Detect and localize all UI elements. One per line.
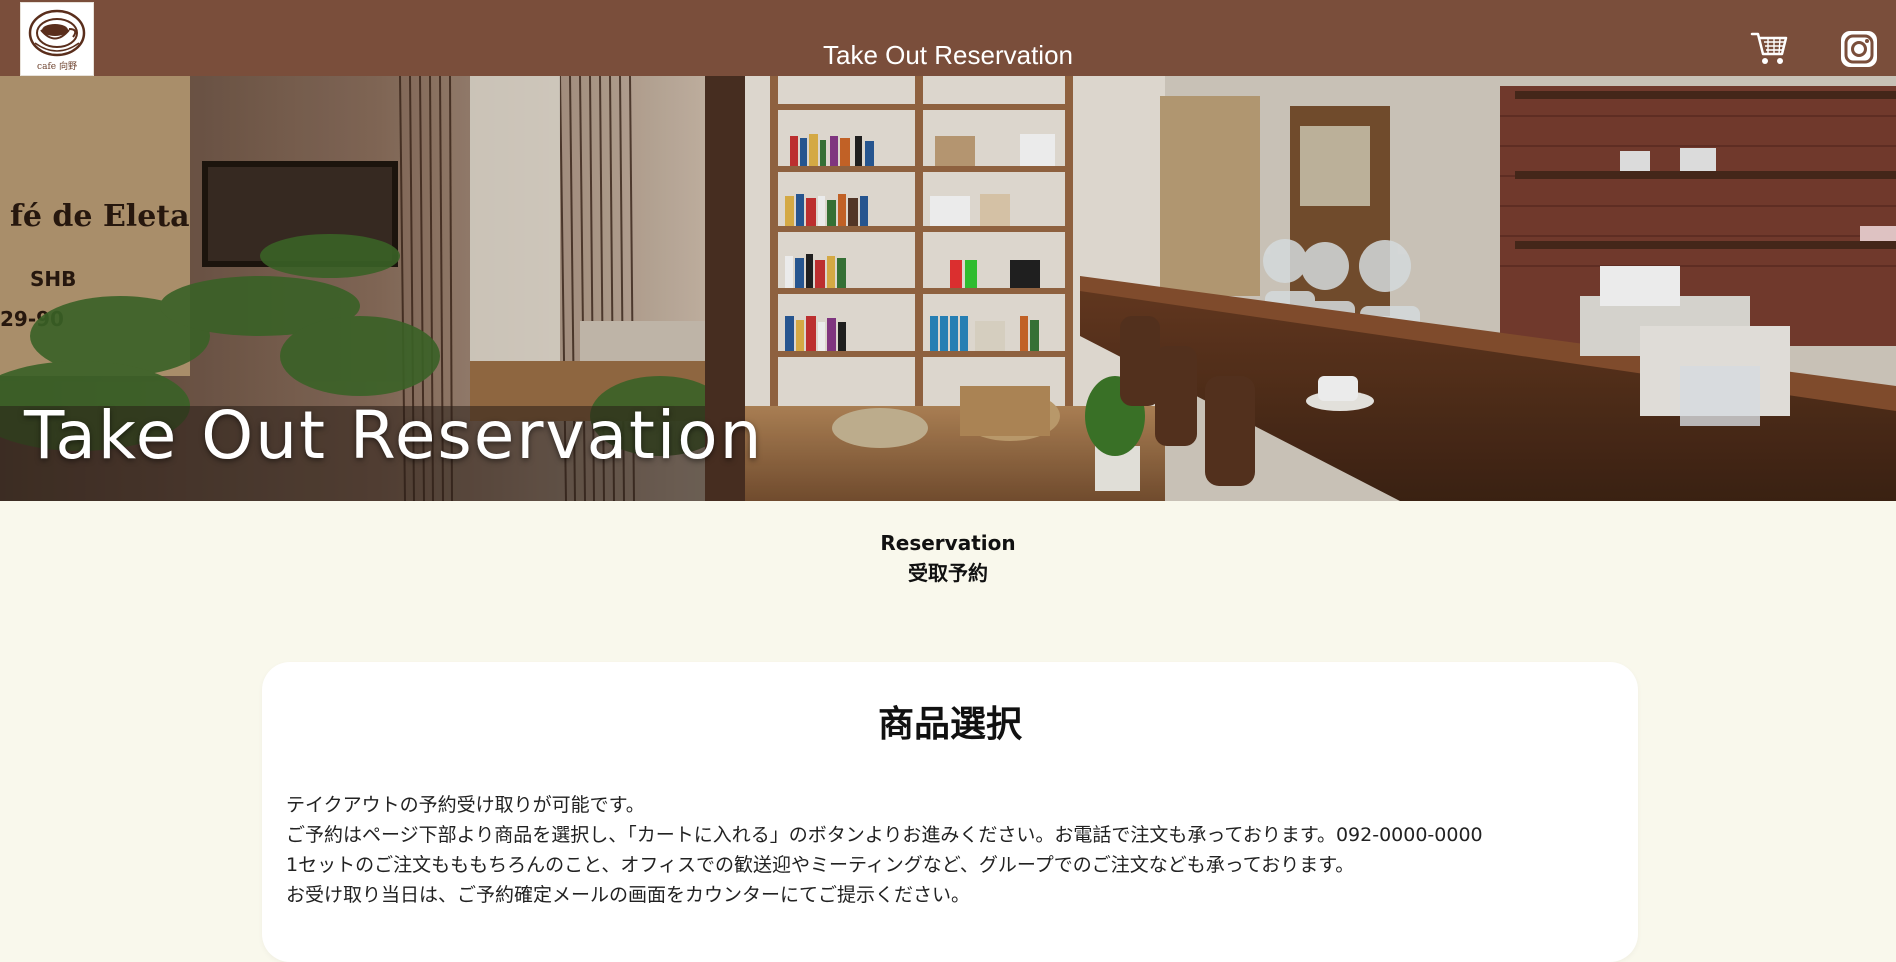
instagram-icon[interactable] [1840, 30, 1878, 68]
hero-banner: fé de Eleta SHB 29-90 Take Out Reservati… [0, 76, 1896, 501]
site-header: cafe 向野 Take Out Reservation [0, 0, 1896, 76]
card-line: 1セットのご注文もももちろんのこと、オフィスでの歓送迎やミーティングなど、グルー… [286, 854, 1355, 876]
section-title-ja: 受取予約 [908, 561, 988, 585]
card-body: テイクアウトの予約受け取りが可能です。 ご予約はページ下部より商品を選択し、「カ… [286, 790, 1616, 910]
cart-icon[interactable] [1750, 28, 1790, 68]
header-title: Take Out Reservation [822, 40, 1073, 70]
card-heading: 商品選択 [877, 704, 1022, 745]
hero-title: Take Out Reservation [24, 397, 764, 474]
section-title-en: Reservation [880, 531, 1016, 555]
card-line: ご予約はページ下部より商品を選択し、「カートに入れる」のボタンよりお進みください… [286, 824, 1483, 846]
card-line: お受け取り当日は、ご予約確定メールの画面をカウンターにてご提示ください。 [286, 884, 971, 906]
card-line: テイクアウトの予約受け取りが可能です。 [286, 794, 645, 816]
product-selection-card: 商品選択 テイクアウトの予約受け取りが可能です。 ご予約はページ下部より商品を選… [262, 662, 1638, 962]
section-title: Reservation 受取予約 [0, 528, 1896, 588]
